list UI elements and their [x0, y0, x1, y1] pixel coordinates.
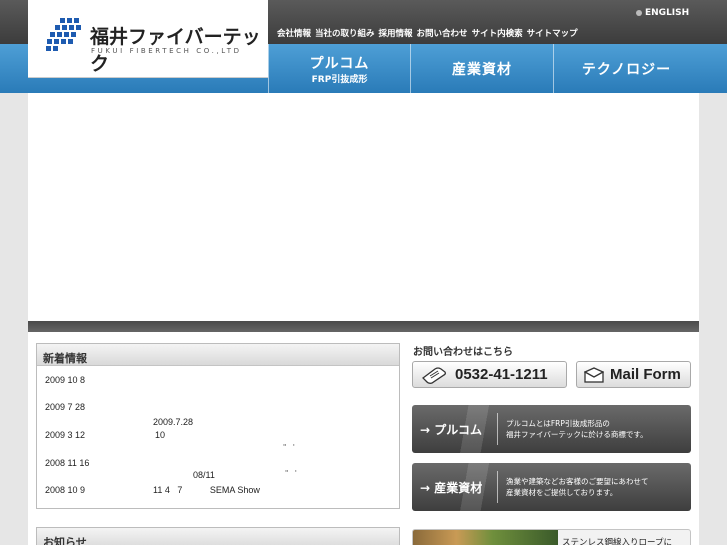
hero-divider	[28, 321, 699, 332]
top-nav-company[interactable]: 会社情報	[277, 27, 311, 39]
quote-mark: " '	[285, 469, 297, 477]
news-item[interactable]: 2009 7 28	[45, 402, 85, 412]
main-nav-industrial-materials[interactable]: 産業資材	[410, 44, 553, 93]
main-nav-technology[interactable]: テクノロジー	[553, 44, 699, 93]
main-nav-industrial-materials-label: 産業資材	[452, 61, 512, 78]
hero-area	[28, 93, 699, 321]
mail-form-label: Mail Form	[610, 366, 681, 383]
rope-banner-text: ステンレス鋼線入りロープに	[562, 538, 672, 545]
prulcom-banner-desc-line2: 福井ファイバーテックに於ける商標です。	[506, 430, 648, 439]
logo-company-name-en: FUKUI FIBERTECH CO.,LTD	[91, 47, 242, 55]
industrial-materials-banner-desc-line2: 産業資材をご提供しております。	[506, 488, 618, 497]
phone-button[interactable]: 0532-41-1211	[412, 361, 567, 388]
page: 福井ファイバーテック FUKUI FIBERTECH CO.,LTD ENGLI…	[0, 0, 727, 545]
main-nav-prulcom-label: プルコム	[309, 55, 370, 72]
quote-mark: " '	[283, 443, 295, 451]
prulcom-banner[interactable]: → プルコム プルコムとはFRP引抜成形品の 福井ファイバーテックに於ける商標で…	[412, 405, 691, 453]
prulcom-banner-desc-line1: プルコムとはFRP引抜成形品の	[506, 419, 610, 428]
top-nav-sitemap[interactable]: サイトマップ	[527, 27, 578, 39]
main-nav-technology-label: テクノロジー	[581, 61, 672, 78]
industrial-materials-banner[interactable]: → 産業資材 漁業や建築などお客様のご要望にあわせて 産業資材をご提供しておりま…	[412, 463, 691, 511]
industrial-materials-banner-title: → 産業資材	[420, 480, 483, 495]
top-nav: 会社情報 当社の取り組み 採用情報 お問い合わせ サイト内検索 サイトマップ	[277, 27, 578, 39]
industrial-materials-banner-title-text: 産業資材	[434, 480, 483, 495]
banner-separator	[497, 413, 498, 445]
rope-banner[interactable]: ステンレス鋼線入りロープに	[412, 529, 691, 545]
news-panel: 新着情報 2009 10 8 2009 7 28 2009.7.28 2009 …	[36, 343, 400, 509]
industrial-materials-banner-desc-line1: 漁業や建築などお客様のご要望にあわせて	[506, 477, 649, 486]
main-nav-prulcom-sub: FRP引抜成形	[311, 74, 368, 85]
news-date: 2009 10 8	[45, 375, 86, 385]
logo[interactable]: 福井ファイバーテック FUKUI FIBERTECH CO.,LTD	[28, 0, 268, 78]
news-item[interactable]: 2009 3 12	[45, 430, 85, 440]
news-date: 2009 3 12	[45, 430, 86, 440]
prulcom-banner-desc: プルコムとはFRP引抜成形品の 福井ファイバーテックに於ける商標です。	[506, 418, 648, 440]
prulcom-banner-title-text: プルコム	[434, 422, 482, 437]
news-item-text: 11 4 7 SEMA Show	[153, 485, 260, 495]
english-link[interactable]: ENGLISH	[636, 8, 689, 18]
bullet-icon	[636, 10, 642, 16]
mail-icon	[584, 366, 604, 383]
main-nav: プルコム FRP引抜成形 産業資材 テクノロジー	[268, 44, 699, 93]
news-item-text: 10	[155, 430, 166, 440]
english-link-label: ENGLISH	[645, 8, 690, 18]
news-item-text: 2009.7.28	[153, 417, 194, 427]
news-date: 2008 10 9	[45, 485, 86, 495]
top-nav-recruit[interactable]: 採用情報	[379, 27, 413, 39]
news-item[interactable]: 2008 11 16	[45, 458, 89, 468]
prulcom-banner-title: → プルコム	[420, 422, 482, 437]
mail-form-button[interactable]: Mail Form	[576, 361, 691, 388]
main-nav-prulcom[interactable]: プルコム FRP引抜成形	[268, 44, 410, 93]
banner-separator	[497, 471, 498, 503]
news-panel-title: 新着情報	[37, 344, 399, 366]
top-nav-contact[interactable]: お問い合わせ	[417, 27, 468, 39]
rope-photo	[413, 530, 558, 545]
notice-panel-title: お知らせ	[37, 528, 399, 545]
news-item-text: 08/11	[193, 470, 215, 480]
company-logo-icon	[46, 18, 81, 51]
contact-title: お問い合わせはこちら	[413, 347, 513, 358]
industrial-materials-banner-desc: 漁業や建築などお客様のご要望にあわせて 産業資材をご提供しております。	[506, 476, 649, 498]
news-item[interactable]: 2008 10 9	[45, 485, 85, 495]
news-date: 2008 11 16	[45, 458, 90, 468]
phone-number: 0532-41-1211	[455, 366, 548, 383]
phone-icon	[422, 366, 446, 384]
notice-panel: お知らせ	[36, 527, 400, 545]
top-nav-initiatives[interactable]: 当社の取り組み	[315, 27, 375, 39]
top-nav-search[interactable]: サイト内検索	[472, 27, 523, 39]
news-date: 2009 7 28	[45, 402, 86, 412]
news-item[interactable]: 2009 10 8	[45, 375, 85, 385]
